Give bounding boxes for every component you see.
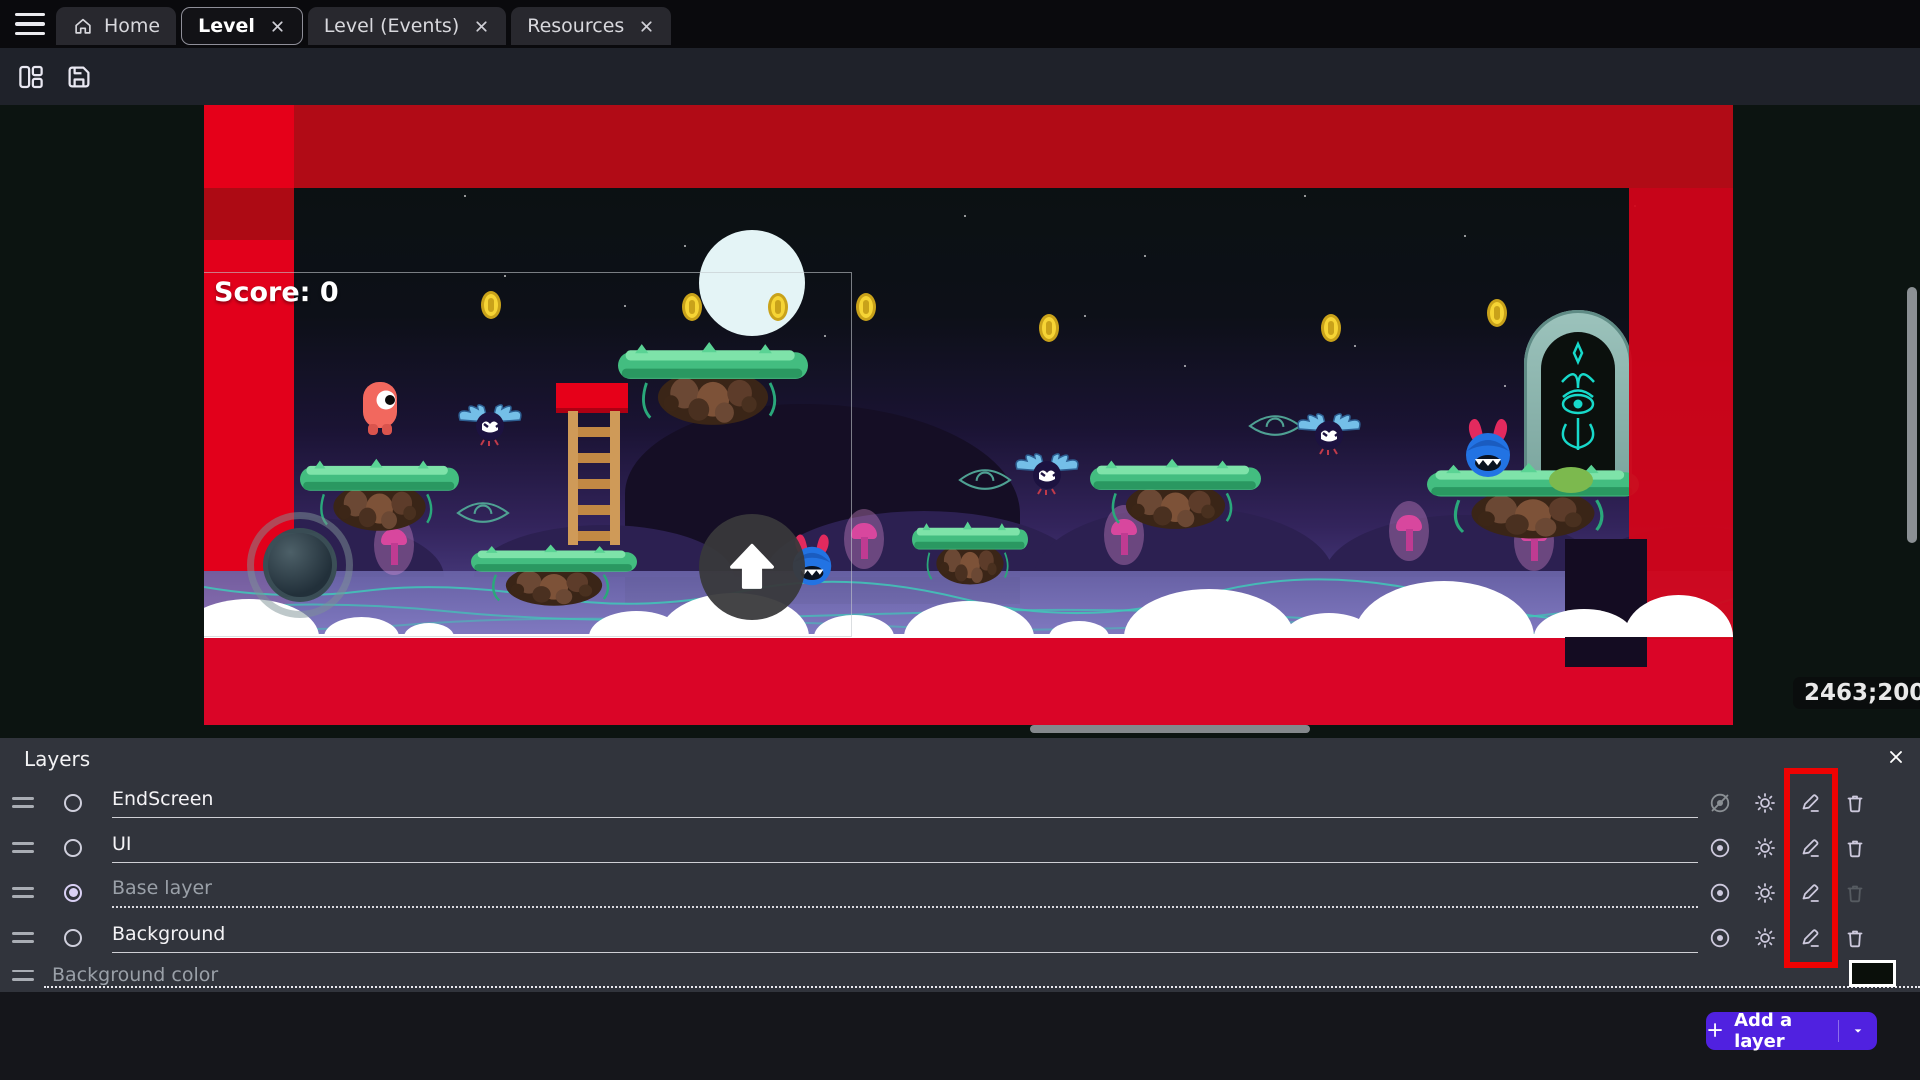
tab-level-events[interactable]: Level (Events) bbox=[308, 7, 506, 45]
horizontal-scrollbar[interactable] bbox=[1030, 725, 1310, 733]
platform bbox=[1090, 457, 1261, 535]
gdevelop-editor: Home Level Level (Events) Resources bbox=[0, 0, 1920, 1080]
tab-label: Level bbox=[198, 15, 255, 37]
visibility-off-icon[interactable] bbox=[1708, 791, 1732, 815]
eye-decoration bbox=[956, 467, 1014, 493]
left-red-column-dark bbox=[204, 188, 294, 240]
visibility-icon[interactable] bbox=[1708, 926, 1732, 950]
lighting-effects-icon[interactable] bbox=[1753, 836, 1777, 860]
edit-icon[interactable] bbox=[1798, 926, 1822, 950]
layer-name-field[interactable]: EndScreen bbox=[112, 788, 1698, 818]
edit-icon[interactable] bbox=[1798, 836, 1822, 860]
coin bbox=[1487, 299, 1507, 327]
delete-icon[interactable] bbox=[1843, 836, 1867, 860]
close-icon[interactable] bbox=[1886, 747, 1906, 767]
top-red-band bbox=[294, 105, 1733, 188]
delete-icon[interactable] bbox=[1843, 926, 1867, 950]
tab-label: Resources bbox=[527, 15, 624, 37]
edit-icon[interactable] bbox=[1798, 881, 1822, 905]
game-canvas[interactable]: Score: 0 bbox=[204, 105, 1733, 725]
lighting-effects-icon[interactable] bbox=[1753, 881, 1777, 905]
save-icon[interactable] bbox=[64, 62, 94, 92]
cursor-coordinates-badge: 2463;200 bbox=[1793, 677, 1920, 709]
lighting-effects-icon[interactable] bbox=[1753, 791, 1777, 815]
tab-resources[interactable]: Resources bbox=[511, 7, 671, 45]
project-manager-icon[interactable] bbox=[16, 62, 46, 92]
edit-icon[interactable] bbox=[1798, 791, 1822, 815]
visibility-icon[interactable] bbox=[1708, 881, 1732, 905]
layer-row-base-layer: Base layer bbox=[0, 870, 1920, 915]
drag-handle-icon bbox=[12, 970, 34, 981]
tab-level[interactable]: Level bbox=[181, 7, 303, 45]
bat-enemy bbox=[1296, 409, 1362, 457]
add-layer-button[interactable]: Add a layer bbox=[1706, 1012, 1877, 1050]
horned-monster bbox=[1462, 415, 1514, 479]
portal-ornament bbox=[1542, 338, 1614, 468]
bottom-red-band bbox=[204, 638, 1733, 725]
layers-panel: Layers EndScreen bbox=[0, 738, 1920, 992]
close-icon[interactable] bbox=[638, 18, 655, 35]
dark-column bbox=[1565, 539, 1647, 667]
platform bbox=[912, 520, 1028, 590]
drag-handle-icon[interactable] bbox=[12, 887, 34, 898]
main-menu-icon[interactable] bbox=[15, 13, 45, 35]
home-icon bbox=[72, 15, 94, 37]
plus-icon bbox=[1706, 1021, 1724, 1041]
lighting-effects-icon[interactable] bbox=[1753, 926, 1777, 950]
selection-rectangle bbox=[204, 272, 852, 637]
layer-row-background: Background bbox=[0, 915, 1920, 960]
layer-radio[interactable] bbox=[64, 929, 82, 947]
tab-bar: Home Level Level (Events) Resources bbox=[0, 0, 1920, 48]
drag-handle-icon[interactable] bbox=[12, 842, 34, 853]
portal-arch bbox=[1524, 310, 1632, 476]
drag-handle-icon[interactable] bbox=[12, 932, 34, 943]
visibility-icon[interactable] bbox=[1708, 836, 1732, 860]
layer-name-field[interactable]: Background bbox=[112, 923, 1698, 953]
close-icon[interactable] bbox=[473, 18, 490, 35]
background-color-row: Background color bbox=[0, 960, 1920, 990]
add-layer-dropdown-button[interactable] bbox=[1839, 1023, 1877, 1039]
layer-name-field[interactable]: Base layer bbox=[112, 877, 1698, 908]
layer-row-endscreen: EndScreen bbox=[0, 780, 1920, 825]
bush bbox=[1549, 467, 1593, 493]
vertical-scrollbar[interactable] bbox=[1907, 287, 1917, 543]
bat-enemy bbox=[1014, 449, 1080, 497]
drag-handle-icon[interactable] bbox=[12, 797, 34, 808]
top-left-red-block bbox=[204, 105, 294, 188]
score-text: Score: 0 bbox=[214, 277, 339, 308]
bottom-bar: Add a layer bbox=[0, 992, 1920, 1080]
layer-row-ui: UI bbox=[0, 825, 1920, 870]
layer-radio[interactable] bbox=[64, 839, 82, 857]
layer-radio[interactable] bbox=[64, 794, 82, 812]
editor-toolbar: Preview Publish bbox=[0, 48, 1920, 105]
delete-icon-disabled bbox=[1843, 881, 1867, 905]
layer-name-field[interactable]: UI bbox=[112, 833, 1698, 863]
coin bbox=[1321, 314, 1341, 342]
platform bbox=[1427, 461, 1639, 545]
coin bbox=[856, 293, 876, 321]
panel-title: Layers bbox=[24, 747, 90, 771]
tab-home[interactable]: Home bbox=[56, 7, 176, 45]
layer-radio-selected[interactable] bbox=[64, 884, 82, 902]
background-color-swatch[interactable] bbox=[1849, 960, 1896, 987]
background-color-label: Background color bbox=[52, 964, 218, 986]
scene-editor-viewport[interactable]: Score: 0 2463;200 bbox=[0, 105, 1920, 738]
tab-label: Level (Events) bbox=[324, 15, 459, 37]
coin bbox=[1039, 314, 1059, 342]
delete-icon[interactable] bbox=[1843, 791, 1867, 815]
add-layer-label: Add a layer bbox=[1734, 1010, 1838, 1052]
close-icon[interactable] bbox=[269, 18, 286, 35]
tab-label: Home bbox=[104, 15, 160, 37]
